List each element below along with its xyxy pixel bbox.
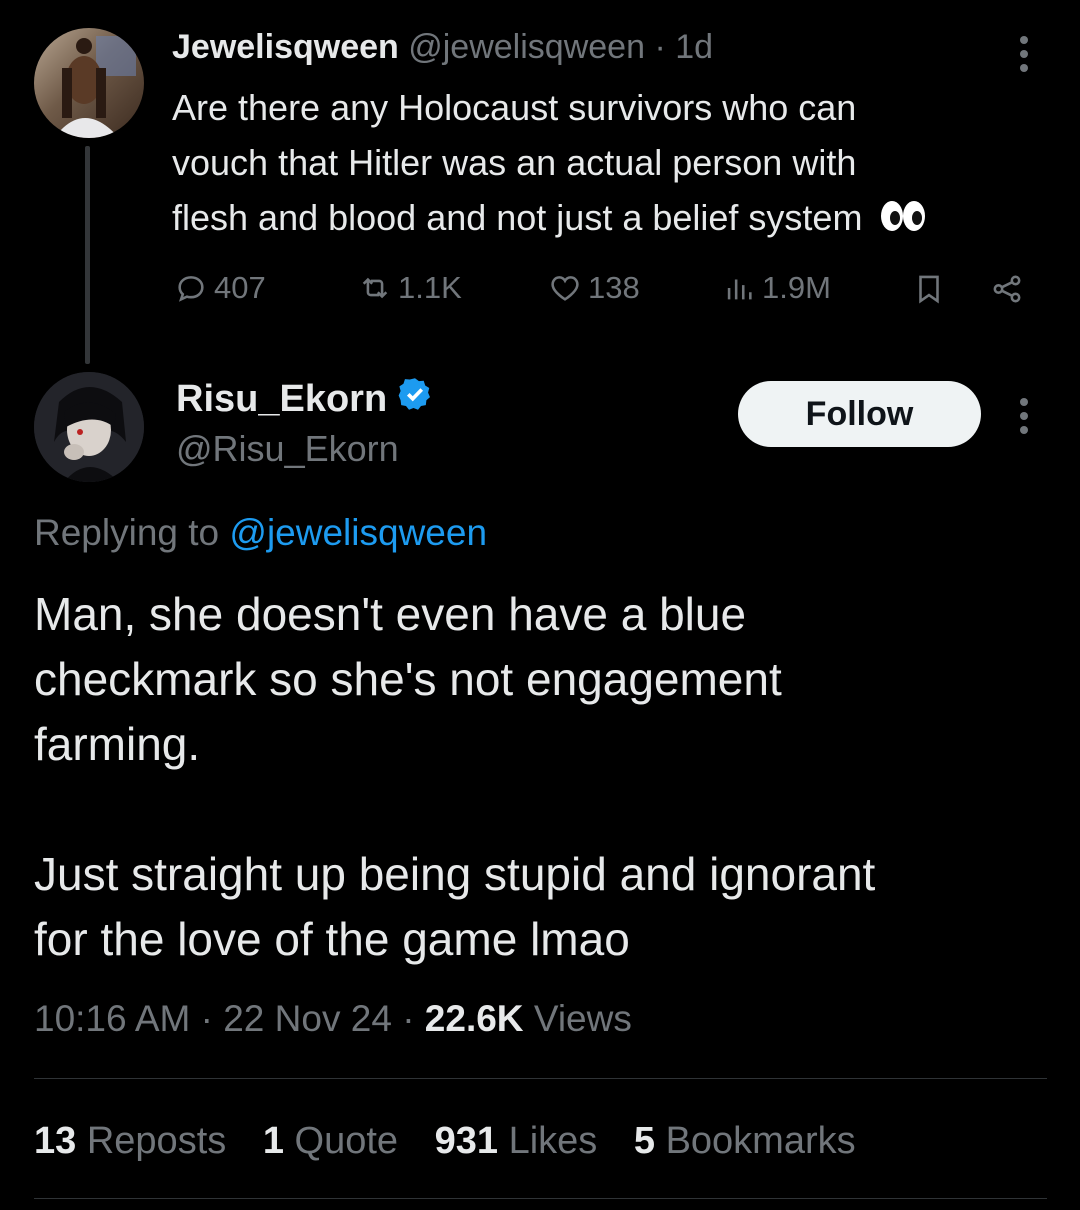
main-display-name-row: Risu_Ekorn bbox=[176, 376, 433, 422]
quotes-label: Quote bbox=[294, 1120, 399, 1162]
main-text-line: Man, she doesn't even have a blue bbox=[34, 588, 747, 640]
bookmark-icon[interactable] bbox=[912, 272, 946, 311]
parent-separator: · bbox=[654, 28, 666, 66]
tweet-date[interactable]: 22 Nov 24 bbox=[223, 998, 392, 1039]
meta-separator: · bbox=[402, 998, 415, 1039]
reposts-label: Reposts bbox=[86, 1120, 227, 1162]
likes-label: Likes bbox=[508, 1120, 598, 1162]
reply-button[interactable]: 407 bbox=[174, 270, 266, 306]
analytics-icon bbox=[727, 279, 752, 300]
main-text-line: checkmark so she's not engagement bbox=[34, 653, 782, 705]
parent-text-line: flesh and blood and not just a belief sy… bbox=[172, 197, 863, 238]
quotes-count: 1 bbox=[262, 1120, 284, 1162]
bookmarks-stat[interactable]: 5 Bookmarks bbox=[634, 1120, 856, 1162]
heart-icon bbox=[551, 276, 579, 301]
main-text-line: for the love of the game lmao bbox=[34, 913, 630, 965]
thread-line bbox=[85, 146, 90, 364]
repost-icon bbox=[362, 277, 388, 299]
tweet-time[interactable]: 10:16 AM bbox=[34, 998, 190, 1039]
eyes-emoji-icon bbox=[880, 193, 926, 248]
replying-prefix: Replying to bbox=[34, 512, 220, 553]
parent-time-ago[interactable]: 1d bbox=[675, 28, 713, 66]
repost-count: 1.1K bbox=[398, 270, 462, 305]
main-more-icon[interactable] bbox=[1020, 398, 1028, 434]
reply-icon bbox=[178, 276, 204, 302]
avatar-risu-ekorn[interactable] bbox=[34, 372, 144, 482]
repost-button[interactable]: 1.1K bbox=[358, 270, 462, 306]
parent-text-line: vouch that Hitler was an actual person w… bbox=[172, 142, 857, 183]
parent-text-line: Are there any Holocaust survivors who ca… bbox=[172, 87, 857, 128]
parent-tweet-header: Jewelisqween @jewelisqween · 1d bbox=[172, 28, 713, 67]
tweet-views-label: Views bbox=[533, 998, 632, 1039]
main-tweet-text: Man, she doesn't even have a blue checkm… bbox=[34, 582, 1044, 972]
engagement-stats: 13 Reposts 1 Quote 931 Likes 5 Bookmarks bbox=[34, 1120, 856, 1163]
follow-label: Follow bbox=[805, 394, 914, 433]
parent-display-name[interactable]: Jewelisqween bbox=[172, 28, 399, 66]
divider bbox=[34, 1198, 1047, 1199]
main-text-line: farming. bbox=[34, 718, 201, 770]
reposts-stat[interactable]: 13 Reposts bbox=[34, 1120, 237, 1162]
tweet-views-count[interactable]: 22.6K bbox=[425, 998, 524, 1039]
tweet-meta: 10:16 AM · 22 Nov 24 · 22.6K Views bbox=[34, 998, 632, 1040]
parent-more-icon[interactable] bbox=[1020, 36, 1028, 72]
main-display-name[interactable]: Risu_Ekorn bbox=[176, 378, 387, 421]
parent-handle[interactable]: @jewelisqween bbox=[408, 28, 645, 66]
reposts-count: 13 bbox=[34, 1120, 77, 1162]
reply-count: 407 bbox=[214, 270, 266, 305]
likes-count: 931 bbox=[434, 1120, 499, 1162]
likes-stat[interactable]: 931 Likes bbox=[435, 1120, 608, 1162]
main-text-line: Just straight up being stupid and ignora… bbox=[34, 848, 876, 900]
parent-tweet-text: Are there any Holocaust survivors who ca… bbox=[172, 80, 1052, 248]
meta-separator: · bbox=[200, 998, 213, 1039]
views-count: 1.9M bbox=[762, 270, 831, 305]
bookmarks-count: 5 bbox=[633, 1120, 655, 1162]
verified-badge-icon[interactable] bbox=[397, 376, 433, 422]
like-count: 138 bbox=[588, 270, 640, 305]
views-button[interactable]: 1.9M bbox=[722, 270, 831, 306]
share-icon[interactable] bbox=[990, 272, 1024, 311]
main-text-blank bbox=[34, 777, 1044, 842]
avatar-jewelisqween[interactable] bbox=[34, 28, 144, 138]
replying-handle-link[interactable]: @jewelisqween bbox=[229, 512, 487, 553]
main-handle[interactable]: @Risu_Ekorn bbox=[176, 428, 399, 470]
quotes-stat[interactable]: 1 Quote bbox=[263, 1120, 409, 1162]
divider bbox=[34, 1078, 1047, 1079]
follow-button[interactable]: Follow bbox=[738, 381, 981, 447]
bookmarks-label: Bookmarks bbox=[665, 1120, 856, 1162]
replying-to: Replying to @jewelisqween bbox=[34, 512, 487, 554]
like-button[interactable]: 138 bbox=[548, 270, 640, 306]
